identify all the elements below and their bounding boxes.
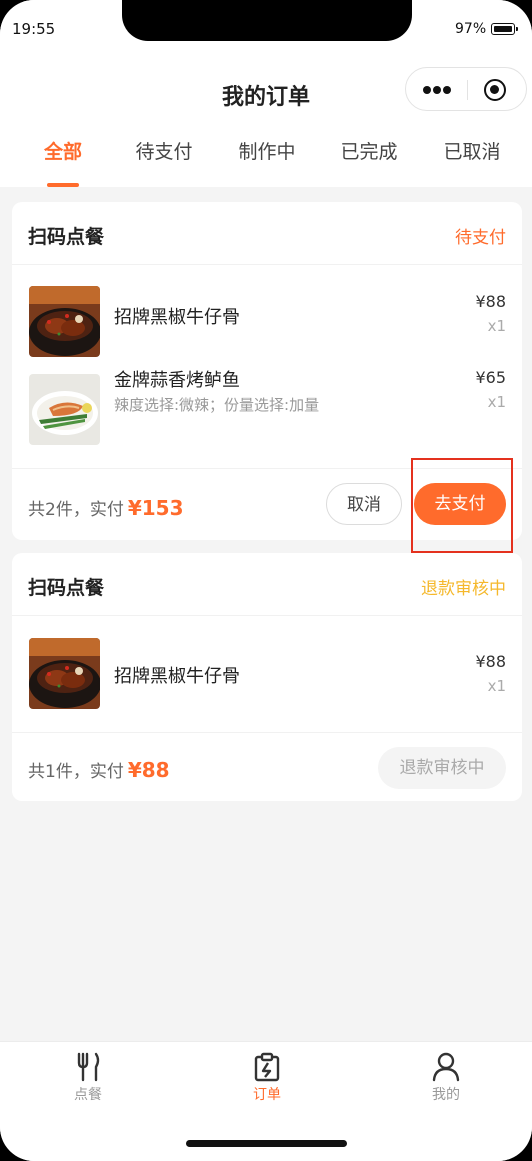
dish-image-beef-ribs xyxy=(29,638,100,709)
order-total: ¥88 xyxy=(127,758,170,782)
tabbar-label: 点餐 xyxy=(74,1087,102,1103)
order-item[interactable]: 招牌黑椒牛仔骨 ¥88 x1 xyxy=(12,265,522,357)
phone-screen: 19:55 97% 我的订单 全部 待支付 制作中 已完成 已取消 扫码点餐 待… xyxy=(0,0,532,1161)
order-count: 共2件，实付 xyxy=(28,500,124,520)
item-price: ¥65 xyxy=(475,368,506,387)
fork-knife-icon xyxy=(77,1052,100,1082)
order-tabs: 全部 待支付 制作中 已完成 已取消 xyxy=(0,137,532,177)
order-status: 退款审核中 xyxy=(421,579,506,599)
item-name: 招牌黑椒牛仔骨 xyxy=(114,307,240,328)
item-quantity: x1 xyxy=(487,677,506,695)
user-icon xyxy=(432,1052,460,1082)
item-quantity: x1 xyxy=(487,393,506,411)
tabbar-item-orders[interactable]: 订单 xyxy=(227,1052,307,1104)
capsule-divider xyxy=(467,80,468,100)
mini-program-capsule xyxy=(405,67,527,111)
clipboard-icon xyxy=(254,1052,280,1082)
order-total: ¥153 xyxy=(127,496,184,520)
cancel-button[interactable]: 取消 xyxy=(326,483,402,525)
order-header: 扫码点餐 待支付 xyxy=(12,202,522,265)
refund-review-button[interactable]: 退款审核中 xyxy=(378,747,506,789)
order-card[interactable]: 扫码点餐 退款审核中 招牌黑椒牛仔骨 ¥88 x1 共1件，实付 ¥88 退款审… xyxy=(12,553,522,801)
camera-notch xyxy=(122,0,412,41)
tabbar-item-profile[interactable]: 我的 xyxy=(406,1052,486,1104)
tab-completed[interactable]: 已完成 xyxy=(336,137,402,177)
status-time: 19:55 xyxy=(12,20,56,38)
order-item[interactable]: 招牌黑椒牛仔骨 ¥88 x1 xyxy=(12,616,522,732)
order-status: 待支付 xyxy=(455,228,506,248)
tab-pending-payment[interactable]: 待支付 xyxy=(131,137,197,177)
item-price: ¥88 xyxy=(475,292,506,311)
close-mini-program-icon[interactable] xyxy=(484,79,506,101)
tab-all[interactable]: 全部 xyxy=(38,137,88,177)
item-name: 招牌黑椒牛仔骨 xyxy=(114,666,240,687)
highlight-box xyxy=(411,458,513,553)
order-type: 扫码点餐 xyxy=(28,577,105,599)
more-icon[interactable] xyxy=(423,86,451,94)
dish-image-beef-ribs xyxy=(29,286,100,357)
active-tab-indicator xyxy=(47,183,79,187)
order-type: 扫码点餐 xyxy=(28,226,105,248)
item-name: 金牌蒜香烤鲈鱼 xyxy=(114,370,240,391)
order-count: 共1件，实付 xyxy=(28,762,124,782)
order-header: 扫码点餐 退款审核中 xyxy=(12,553,522,616)
tabbar-item-order-food[interactable]: 点餐 xyxy=(48,1052,128,1104)
home-indicator xyxy=(186,1140,347,1147)
tabbar-label: 我的 xyxy=(432,1087,460,1103)
dish-image-grilled-fish xyxy=(29,374,100,445)
order-summary: 共2件，实付 ¥153 xyxy=(28,495,184,520)
order-item[interactable]: 金牌蒜香烤鲈鱼 辣度选择:微辣；份量选择:加量 ¥65 x1 xyxy=(12,353,522,468)
tabbar-label: 订单 xyxy=(253,1087,281,1103)
item-price: ¥88 xyxy=(475,652,506,671)
battery-icon xyxy=(491,23,518,35)
tab-in-progress[interactable]: 制作中 xyxy=(234,137,300,177)
tab-cancelled[interactable]: 已取消 xyxy=(439,137,505,177)
item-spec: 辣度选择:微辣；份量选择:加量 xyxy=(114,396,320,414)
order-summary: 共1件，实付 ¥88 xyxy=(28,757,170,782)
order-footer: 共1件，实付 ¥88 退款审核中 xyxy=(12,732,522,801)
status-battery-text: 97% xyxy=(455,21,487,37)
item-quantity: x1 xyxy=(487,317,506,335)
top-area: 19:55 97% 我的订单 全部 待支付 制作中 已完成 已取消 xyxy=(0,0,532,187)
